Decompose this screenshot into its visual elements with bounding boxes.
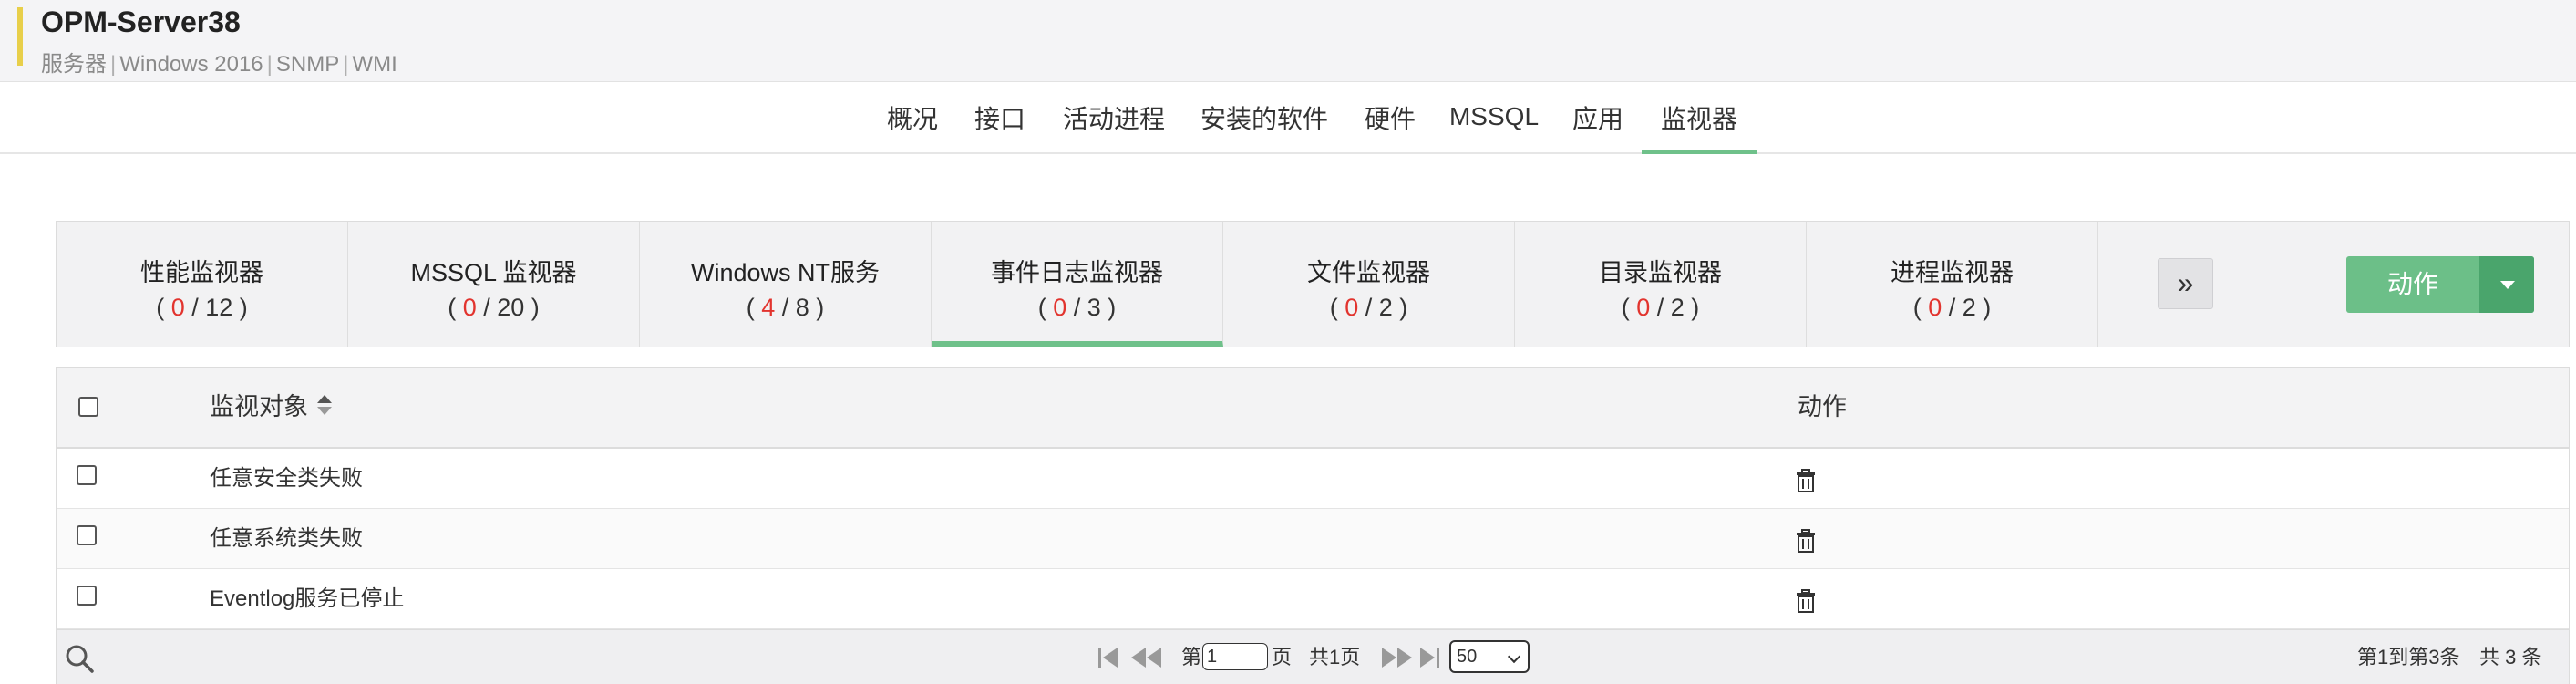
monitor-tab-file[interactable]: 文件监视器 ( 0 / 2 ) [1223, 222, 1515, 347]
monitor-table: 监视对象 动作 任意安全类失败 任意系统类失败 Eventlog服务已停止 第 … [56, 367, 2570, 684]
monitor-type-tabs: 性能监视器 ( 0 / 12 ) MSSQL 监视器 ( 0 / 20 ) Wi… [56, 221, 2570, 347]
tab-active-processes[interactable]: 活动进程 [1050, 82, 1178, 154]
device-meta: 服务器 | Windows 2016 | SNMP | WMI [41, 52, 397, 77]
records-total: 共 3 条 [2479, 646, 2542, 668]
page-prefix: 第 [1181, 646, 1202, 668]
tab-interfaces[interactable]: 接口 [963, 82, 1036, 154]
next-page-icon[interactable] [1380, 645, 1413, 670]
last-page-icon[interactable] [1418, 645, 1440, 670]
monitor-count: ( 0 / 2 ) [1329, 294, 1408, 321]
first-page-icon[interactable] [1097, 645, 1119, 670]
more-tabs-button[interactable]: » [2158, 258, 2213, 309]
monitor-count: ( 0 / 2 ) [1621, 294, 1700, 321]
monitor-tab-event-log[interactable]: 事件日志监视器 ( 0 / 3 ) [932, 222, 1223, 347]
monitor-tab-process[interactable]: 进程监视器 ( 0 / 2 ) [1807, 222, 2098, 347]
tab-overview[interactable]: 概况 [875, 82, 950, 154]
trash-icon[interactable] [1796, 589, 1816, 613]
tab-mssql[interactable]: MSSQL [1443, 82, 1545, 154]
monitor-tab-nt-services[interactable]: Windows NT服务 ( 4 / 8 ) [640, 222, 932, 347]
header-accent-bar [17, 7, 23, 66]
page-suffix: 页 [1272, 646, 1293, 668]
trash-icon[interactable] [1796, 529, 1816, 553]
row-checkbox[interactable] [77, 525, 97, 545]
page-size-select[interactable]: 50 [1449, 640, 1530, 673]
monitor-tab-mssql[interactable]: MSSQL 监视器 ( 0 / 20 ) [348, 222, 640, 347]
table-header: 监视对象 动作 [57, 368, 2569, 449]
tab-hardware[interactable]: 硬件 [1351, 82, 1429, 154]
column-header-target[interactable]: 监视对象 [210, 368, 332, 449]
action-dropdown-button[interactable]: 动作 [2346, 256, 2534, 313]
device-title: OPM-Server38 [41, 5, 241, 38]
meta-protocol-snmp: SNMP [275, 52, 340, 77]
device-header: OPM-Server38 服务器 | Windows 2016 | SNMP | WMI [0, 0, 2576, 82]
monitor-tab-directory[interactable]: 目录监视器 ( 0 / 2 ) [1515, 222, 1807, 347]
search-icon[interactable] [64, 643, 95, 674]
records-range: 第1到第3条 [2357, 646, 2460, 668]
total-pages: 共1页 [1309, 646, 1361, 668]
previous-page-icon[interactable] [1130, 645, 1163, 670]
caret-down-icon[interactable] [2479, 256, 2534, 313]
double-chevron-right-icon: » [2177, 266, 2194, 299]
table-pager: 第 1 页 共1页 50 第1到第3条 共 3 条 [57, 629, 2569, 684]
monitor-count: ( 0 / 2 ) [1912, 294, 1992, 321]
action-button-label: 动作 [2386, 270, 2438, 298]
table-row: 任意系统类失败 [57, 509, 2569, 569]
monitor-name: 任意系统类失败 [210, 526, 363, 551]
row-checkbox[interactable] [77, 586, 97, 606]
row-checkbox[interactable] [77, 465, 97, 485]
monitor-count: ( 0 / 3 ) [1037, 294, 1117, 321]
monitor-name: 任意安全类失败 [210, 466, 363, 491]
tab-monitors[interactable]: 监视器 [1642, 82, 1757, 154]
tab-applications[interactable]: 应用 [1559, 82, 1637, 154]
meta-category: 服务器 [41, 52, 107, 77]
monitor-tab-performance[interactable]: 性能监视器 ( 0 / 12 ) [57, 222, 348, 347]
sort-icon[interactable] [317, 393, 332, 417]
chevron-down-icon [1507, 649, 1521, 664]
tab-installed-software[interactable]: 安装的软件 [1191, 82, 1337, 154]
meta-protocol-wmi: WMI [352, 52, 397, 77]
select-all-checkbox[interactable] [78, 397, 98, 417]
device-nav: 概况 接口 活动进程 安装的软件 硬件 MSSQL 应用 监视器 [0, 82, 2576, 154]
page-number-input[interactable]: 1 [1202, 643, 1268, 670]
monitor-count: ( 4 / 8 ) [746, 294, 825, 321]
column-header-action: 动作 [1798, 393, 1847, 420]
monitor-name: Eventlog服务已停止 [210, 586, 405, 611]
meta-os: Windows 2016 [119, 52, 263, 77]
trash-icon[interactable] [1796, 469, 1816, 492]
table-row: 任意安全类失败 [57, 449, 2569, 509]
table-row: Eventlog服务已停止 [57, 569, 2569, 629]
monitor-count: ( 0 / 12 ) [156, 294, 248, 321]
monitor-count: ( 0 / 20 ) [448, 294, 540, 321]
